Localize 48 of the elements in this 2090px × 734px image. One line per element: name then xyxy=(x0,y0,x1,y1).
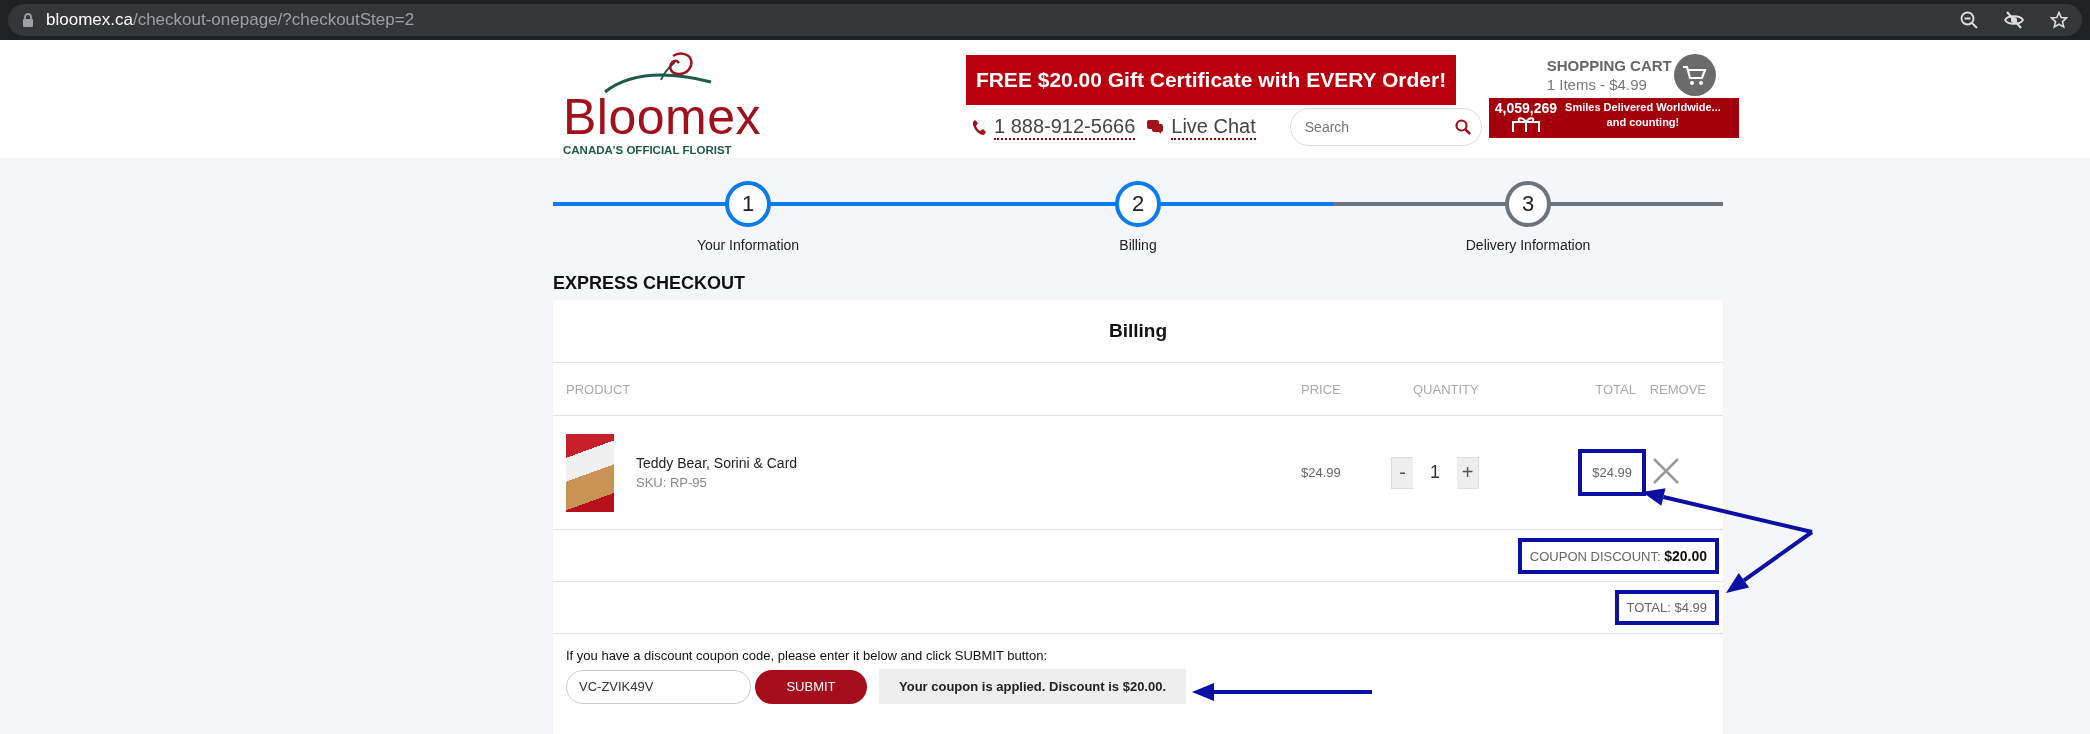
price-cell-text: $24.99 xyxy=(1301,465,1342,480)
section-title: EXPRESS CHECKOUT xyxy=(553,273,747,294)
chat-icon xyxy=(1147,120,1164,134)
coupon-instructions: If you have a discount coupon code, please enter it below and click SUBMIT button: xyxy=(566,648,1049,663)
quantity-field[interactable]: 1 xyxy=(1413,456,1457,489)
url-text[interactable]: bloomex.ca/checkout-onepage/?checkoutStep=2 xyxy=(46,10,415,30)
column-header: REMOVE xyxy=(1648,381,1706,397)
smiles-banner[interactable]: 4,059,269 Smiles Delivered Worldwide... and counting! xyxy=(1488,98,1739,138)
column-header: QUANTITY xyxy=(1412,381,1480,397)
coupon-message: Your coupon is applied. Discount is $20.00. xyxy=(879,669,1187,704)
smiles-count: 4,059,269 xyxy=(1494,100,1558,116)
phone-link[interactable]: 1 888-912-5666 xyxy=(994,114,1136,140)
smiles-text: Smiles Delivered Worldwide... xyxy=(1565,100,1721,115)
submit-button[interactable]: SUBMIT xyxy=(755,669,867,704)
star-icon[interactable] xyxy=(2050,11,2068,29)
step-label: Delivery Information xyxy=(1465,237,1591,253)
product-sku: SKU: RP-95 xyxy=(636,475,708,490)
product-name[interactable]: Teddy Bear, Sorini & Card xyxy=(636,455,798,471)
order-total-text: TOTAL: $4.99 xyxy=(1614,590,1719,625)
cart-icon[interactable] xyxy=(1673,54,1716,96)
card-title: Billing xyxy=(553,300,1723,363)
close-icon[interactable] xyxy=(1652,456,1680,485)
search-field[interactable]: Search xyxy=(1289,108,1482,146)
step-circle: 1 xyxy=(725,181,771,227)
smiles-text: and counting! xyxy=(1606,115,1680,130)
logo-text[interactable]: Bloomex xyxy=(563,92,762,142)
step-label: Your Information xyxy=(696,237,800,253)
total-cell: $24.99 xyxy=(1578,449,1646,496)
quantity-stepper[interactable]: - 1 + xyxy=(1391,456,1479,489)
live-chat-link[interactable]: Live Chat xyxy=(1171,114,1256,140)
coupon-field[interactable]: VC-ZVIK49V xyxy=(566,669,751,704)
zoom-out-icon[interactable] xyxy=(1960,11,1978,29)
step-circle: 2 xyxy=(1115,181,1161,227)
eye-slash-icon[interactable] xyxy=(2004,11,2024,29)
promo-banner[interactable]: FREE $20.00 Gift Certificate with EVERY Order! xyxy=(966,55,1457,105)
logo-tagline: CANADA'S OFFICIAL FLORIST xyxy=(563,144,732,156)
step-circle: 3 xyxy=(1505,181,1551,227)
cart-title[interactable]: SHOPPING CART xyxy=(1546,57,1672,74)
search-icon[interactable] xyxy=(1454,119,1471,135)
gift-icon xyxy=(1510,116,1541,132)
column-header: TOTAL xyxy=(1594,381,1637,397)
column-header: PRODUCT xyxy=(566,381,632,397)
cart-summary[interactable]: 1 Items - $4.99 xyxy=(1546,76,1672,93)
step-label: Billing xyxy=(1119,237,1157,253)
phone-icon xyxy=(972,119,987,135)
coupon-discount-text: COUPON DISCOUNT: $20.00 xyxy=(1517,537,1719,574)
lock-icon xyxy=(22,13,34,27)
column-header: PRICE xyxy=(1301,381,1342,397)
